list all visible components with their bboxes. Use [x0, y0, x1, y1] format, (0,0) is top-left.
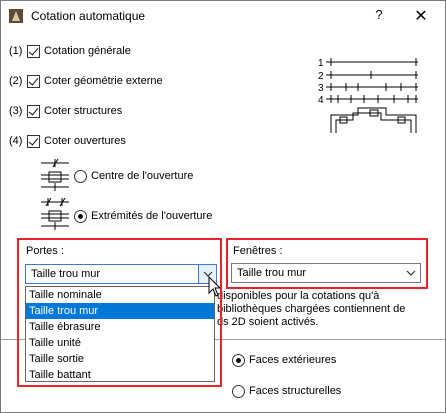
doors-dropdown-list: Taille nominale Taille trou mur Taille é… [25, 286, 215, 382]
windows-select[interactable]: Taille trou mur [231, 263, 421, 283]
option-label: Coter ouvertures [44, 135, 126, 147]
dropdown-option[interactable]: Taille nominale [26, 287, 214, 303]
windows-label: Fenêtres : [233, 245, 283, 257]
help-button[interactable]: ? [369, 7, 389, 25]
dropdown-option[interactable]: Taille battant [26, 367, 214, 383]
faces-structural-label: Faces structurelles [249, 385, 342, 397]
legend-number-1: 1 [318, 58, 324, 69]
opening-center-radio[interactable] [74, 169, 87, 183]
dimension-legend-diagram: 1 2 3 4 [318, 58, 418, 133]
opening-center-icon [41, 158, 69, 191]
option-structures[interactable]: (3) Coter structures [9, 104, 122, 118]
legend-number-3: 3 [318, 83, 324, 94]
dropdown-option[interactable]: Taille ébrasure [26, 319, 214, 335]
faces-exterior-option[interactable]: Faces extérieures [232, 353, 336, 367]
option-index: (4) [9, 135, 23, 147]
chevron-down-icon[interactable] [402, 264, 420, 282]
dropdown-option[interactable]: Taille sortie [26, 351, 214, 367]
info-text: disponibles pour la cotations qu'à bibli… [217, 290, 406, 328]
option-index: (3) [9, 105, 23, 117]
faces-structural-radio[interactable] [232, 384, 245, 398]
general-dimension-checkbox[interactable] [27, 44, 40, 58]
option-openings[interactable]: (4) Coter ouvertures [9, 134, 126, 148]
option-label: Coter structures [44, 105, 123, 117]
legend-number-4: 4 [318, 95, 324, 106]
opening-ends-label: Extrémités de l'ouverture [91, 210, 213, 222]
external-geometry-checkbox[interactable] [27, 74, 40, 88]
legend-number-2: 2 [318, 71, 324, 82]
option-index: (2) [9, 75, 23, 87]
doors-select-value: Taille trou mur [31, 268, 101, 280]
close-button[interactable]: ✕ [411, 6, 431, 26]
option-label: Coter géométrie externe [44, 75, 163, 87]
windows-select-value: Taille trou mur [237, 267, 307, 279]
auto-dimension-dialog: Cotation automatique ? ✕ (1) Cotation gé… [0, 0, 446, 413]
option-general-dimension[interactable]: (1) Cotation générale [9, 44, 131, 58]
title-bar: Cotation automatique ? ✕ [1, 1, 445, 31]
opening-ends-icon [41, 197, 69, 230]
openings-checkbox[interactable] [27, 134, 40, 148]
opening-ends-option[interactable]: Extrémités de l'ouverture [74, 209, 212, 223]
doors-select[interactable]: Taille trou mur [25, 264, 217, 284]
opening-ends-radio[interactable] [74, 209, 87, 223]
dropdown-option[interactable]: Taille unité [26, 335, 214, 351]
dropdown-option-selected[interactable]: Taille trou mur [26, 303, 214, 319]
opening-center-option[interactable]: Centre de l'ouverture [74, 169, 193, 183]
structures-checkbox[interactable] [27, 104, 40, 118]
faces-exterior-radio[interactable] [232, 353, 245, 367]
opening-center-label: Centre de l'ouverture [91, 170, 194, 182]
faces-structural-option[interactable]: Faces structurelles [232, 384, 341, 398]
option-label: Cotation générale [44, 45, 131, 57]
option-external-geometry[interactable]: (2) Coter géométrie externe [9, 74, 163, 88]
window-title: Cotation automatique [31, 9, 146, 23]
faces-exterior-label: Faces extérieures [249, 354, 337, 366]
app-icon [9, 9, 23, 23]
option-index: (1) [9, 45, 23, 57]
mouse-cursor-icon [208, 276, 222, 297]
doors-label: Portes : [26, 245, 64, 257]
